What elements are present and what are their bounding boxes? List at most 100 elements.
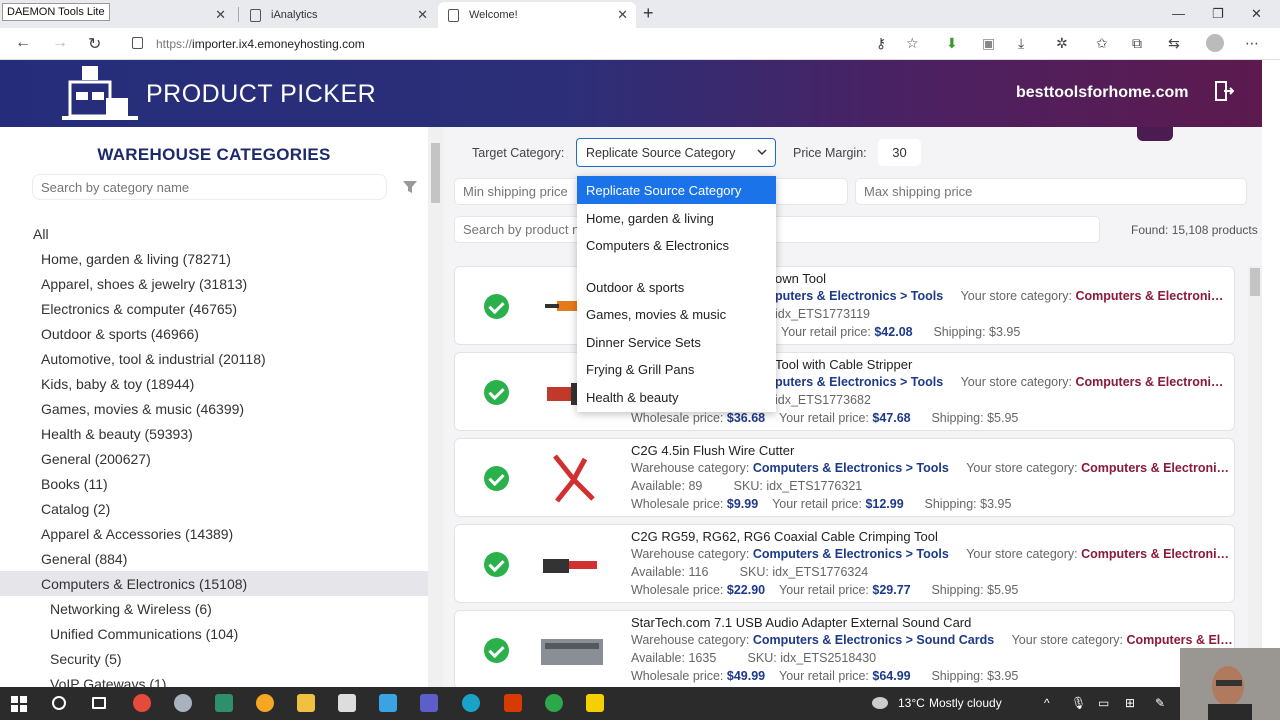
dropdown-option[interactable]: Frying & Grill Pans — [577, 355, 776, 383]
windows-start-icon[interactable] — [11, 696, 27, 712]
minimize-icon[interactable]: — — [1172, 6, 1185, 21]
puzzle-icon[interactable]: ✲ — [1056, 35, 1068, 52]
favorites-icon[interactable]: ✩ — [1096, 35, 1108, 52]
price-margin-input[interactable]: 30 — [878, 139, 921, 166]
warehouse-category-link[interactable]: Computers & Electronics > Tools — [753, 461, 949, 475]
refresh-icon[interactable]: ↻ — [88, 34, 101, 54]
file-explorer-icon[interactable] — [297, 694, 315, 712]
tab-welcome[interactable]: Welcome! ✕ — [438, 2, 636, 28]
new-tab-icon[interactable]: + — [643, 3, 654, 24]
chevron-up-icon[interactable]: ^ — [1044, 696, 1050, 710]
download-icon[interactable]: ⤓ — [1018, 35, 1024, 52]
dropdown-option[interactable]: Health & beauty — [577, 383, 776, 411]
extension-icon[interactable]: ▣ — [982, 35, 995, 52]
edge-icon[interactable] — [462, 694, 480, 712]
office-icon[interactable] — [504, 694, 522, 712]
dropdown-option[interactable]: Dinner Service Sets — [577, 328, 776, 356]
collections-icon[interactable]: ⧉ — [1132, 35, 1142, 52]
maximize-icon[interactable]: ❐ — [1212, 6, 1224, 22]
warehouse-category-link[interactable]: puters & Electronics > Tools — [775, 375, 943, 389]
category-item[interactable]: Outdoor & sports (46966) — [0, 321, 428, 346]
scrollbar-thumb[interactable] — [431, 143, 440, 203]
product-card[interactable]: own Tool puters & Electronics > Tools Yo… — [454, 266, 1235, 345]
subcategory-item[interactable]: Networking & Wireless (6) — [0, 596, 428, 621]
filter-icon[interactable] — [402, 179, 418, 195]
dropdown-option[interactable]: Games, movies & music — [577, 300, 776, 328]
category-item[interactable]: Home, garden & living (78271) — [0, 246, 428, 271]
sync-icon[interactable]: ⇆ — [1168, 35, 1180, 52]
scrollbar-thumb[interactable] — [1250, 268, 1260, 296]
category-item-selected[interactable]: Computers & Electronics (15108) — [0, 571, 428, 596]
search-icon[interactable] — [52, 696, 66, 710]
subcategory-item[interactable]: Security (5) — [0, 646, 428, 671]
tab-ianalytics[interactable]: iAnalytics ✕ — [240, 2, 436, 28]
task-view-icon[interactable] — [92, 697, 106, 709]
close-tab-icon[interactable]: ✕ — [215, 7, 226, 23]
max-shipping-input[interactable] — [855, 178, 1247, 205]
pen-icon[interactable]: ✎ — [1155, 696, 1165, 710]
selected-check-icon[interactable] — [484, 552, 509, 577]
category-item[interactable]: Electronics & computer (46765) — [0, 296, 428, 321]
category-item[interactable]: All — [0, 221, 428, 246]
category-item[interactable]: General (884) — [0, 546, 428, 571]
logout-icon[interactable] — [1214, 80, 1234, 102]
subcategory-item[interactable]: VoIP Gateways (1) — [0, 671, 428, 688]
sticky-notes-icon[interactable] — [586, 694, 604, 712]
close-window-icon[interactable]: ✕ — [1251, 6, 1262, 22]
download-extension-icon[interactable]: ⬇ — [946, 35, 958, 52]
url-bar[interactable]: https://importer.ix4.emoneyhosting.com — [120, 31, 930, 57]
warehouse-category-link[interactable]: Computers & Electronics > Sound Cards — [753, 633, 994, 647]
target-category-select[interactable]: Replicate Source Category — [576, 138, 776, 167]
profile-avatar-icon[interactable] — [1206, 34, 1224, 52]
app-icon[interactable] — [379, 694, 397, 712]
category-item[interactable]: Apparel, shoes & jewelry (31813) — [0, 271, 428, 296]
selected-check-icon[interactable] — [484, 294, 509, 319]
category-item[interactable]: Health & beauty (59393) — [0, 421, 428, 446]
back-icon[interactable]: ← — [15, 34, 31, 52]
close-tab-icon[interactable]: ✕ — [617, 7, 628, 23]
network-icon[interactable]: ⊞ — [1125, 696, 1135, 710]
selected-check-icon[interactable] — [484, 380, 509, 405]
app-icon[interactable] — [174, 694, 192, 712]
category-item[interactable]: Books (11) — [0, 471, 428, 496]
product-card[interactable]: C2G RG59, RG62, RG6 Coaxial Cable Crimpi… — [454, 524, 1235, 603]
product-panel: Target Category: Replicate Source Catego… — [443, 127, 1262, 687]
category-search-input[interactable] — [32, 174, 387, 200]
more-menu-icon[interactable]: ⋯ — [1245, 35, 1259, 52]
category-item[interactable]: General (200627) — [0, 446, 428, 471]
dropdown-option-selected[interactable]: Replicate Source Category — [577, 176, 776, 204]
selected-check-icon[interactable] — [484, 638, 509, 663]
dropdown-option[interactable]: Computers & Electronics — [577, 231, 776, 259]
warehouse-category-link[interactable]: puters & Electronics > Tools — [775, 289, 943, 303]
selected-check-icon[interactable] — [484, 466, 509, 491]
app-icon[interactable] — [338, 694, 356, 712]
sidebar-scrollbar[interactable] — [428, 127, 443, 687]
evernote-icon[interactable] — [545, 694, 563, 712]
category-item[interactable]: Games, movies & music (46399) — [0, 396, 428, 421]
product-card[interactable]: Tool with Cable Stripper puters & Electr… — [454, 352, 1235, 431]
product-card[interactable]: C2G 4.5in Flush Wire Cutter Warehouse ca… — [454, 438, 1235, 517]
products-scrollbar[interactable] — [1248, 266, 1262, 687]
category-item[interactable]: Kids, baby & toy (18944) — [0, 371, 428, 396]
teams-icon[interactable] — [420, 694, 438, 712]
product-card[interactable]: StarTech.com 7.1 USB Audio Adapter Exter… — [454, 610, 1235, 687]
key-icon[interactable]: ⚷ — [876, 35, 886, 52]
subcategory-item[interactable]: Unified Communications (104) — [0, 621, 428, 646]
dropdown-option[interactable] — [577, 259, 776, 273]
favorite-add-icon[interactable]: ☆ — [906, 35, 919, 52]
product-search-input[interactable] — [454, 216, 1100, 243]
category-item[interactable]: Apparel & Accessories (14389) — [0, 521, 428, 546]
app-icon[interactable] — [256, 694, 274, 712]
battery-icon[interactable]: ▭ — [1098, 696, 1109, 710]
collapse-tab[interactable] — [1137, 127, 1173, 141]
dropdown-option[interactable]: Outdoor & sports — [577, 273, 776, 301]
dropdown-option[interactable]: Home, garden & living — [577, 204, 776, 232]
microphone-icon[interactable]: 🎙 — [1071, 696, 1086, 710]
warehouse-category-link[interactable]: Computers & Electronics > Tools — [753, 547, 949, 561]
category-item[interactable]: Automotive, tool & industrial (20118) — [0, 346, 428, 371]
close-tab-icon[interactable]: ✕ — [417, 7, 428, 23]
category-item[interactable]: Catalog (2) — [0, 496, 428, 521]
app-icon[interactable] — [215, 694, 233, 712]
forward-icon[interactable]: → — [52, 34, 68, 52]
chrome-icon[interactable] — [133, 694, 151, 712]
